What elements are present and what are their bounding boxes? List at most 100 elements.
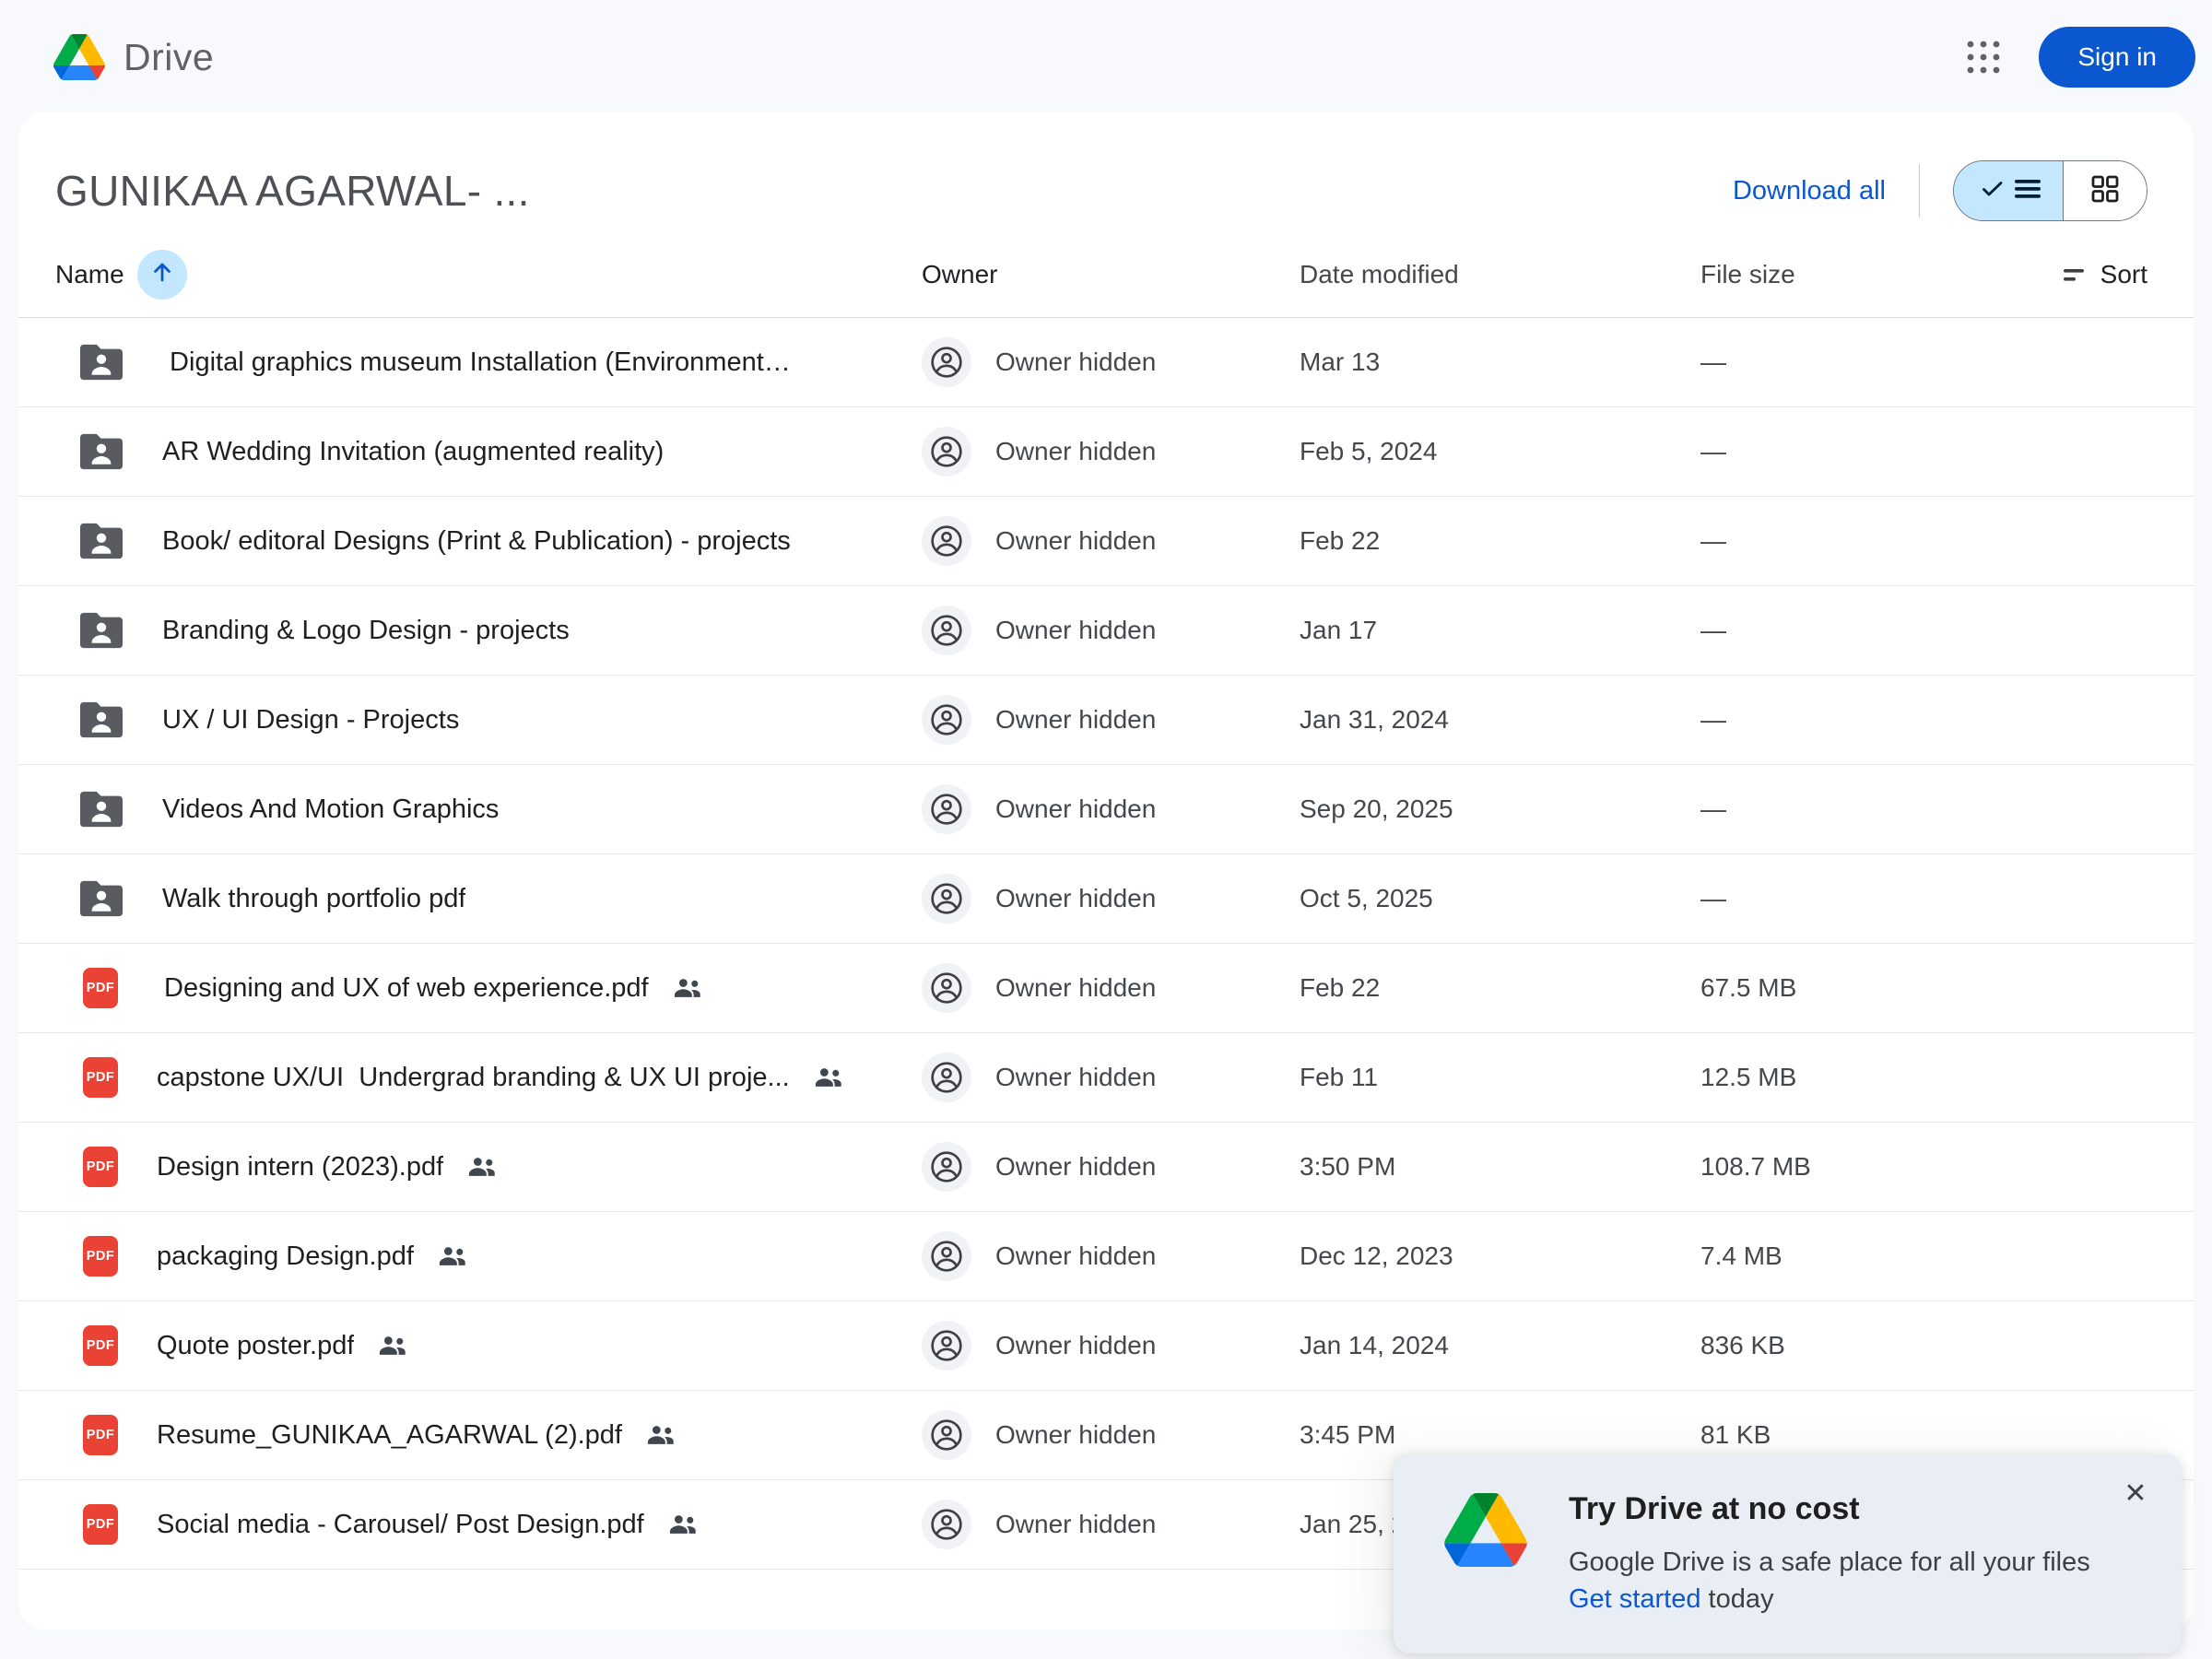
sort-ascending-chip bbox=[137, 250, 187, 300]
size-cell: — bbox=[1700, 794, 2032, 824]
row-date: Sep 20, 2025 bbox=[1300, 794, 1453, 824]
drive-logo-icon bbox=[53, 34, 105, 80]
file-name: Branding & Logo Design - projects bbox=[162, 616, 570, 646]
table-row[interactable]: PDF capstone UX/UI Undergrad branding & … bbox=[18, 1033, 2194, 1123]
date-cell: Sep 20, 2025 bbox=[1300, 794, 1700, 824]
row-date: Mar 13 bbox=[1300, 347, 1380, 377]
toast-body: Google Drive is a safe place for all you… bbox=[1569, 1544, 2090, 1618]
row-size: 81 KB bbox=[1700, 1420, 1771, 1450]
shared-folder-icon bbox=[79, 791, 124, 828]
shared-folder-icon bbox=[79, 523, 124, 559]
file-name: Designing and UX of web experience.pdf bbox=[157, 973, 649, 1004]
drive-logo-link[interactable]: Drive bbox=[53, 34, 214, 80]
pdf-icon: PDF bbox=[83, 1057, 118, 1098]
name-cell: Book/ editoral Designs (Print & Publicat… bbox=[55, 523, 922, 559]
size-cell: 67.5 MB bbox=[1700, 973, 2032, 1003]
shared-people-icon bbox=[438, 1245, 469, 1267]
sort-button[interactable]: Sort bbox=[2032, 260, 2147, 289]
sign-in-button[interactable]: Sign in bbox=[2039, 27, 2195, 88]
table-row[interactable]: PDF Quote poster.pdf Owner hidden bbox=[18, 1301, 2194, 1391]
file-name: UX / UI Design - Projects bbox=[162, 705, 459, 735]
close-icon[interactable]: ✕ bbox=[2115, 1473, 2156, 1513]
table-row[interactable]: PDF Design intern (2023).pdf Owner hi bbox=[18, 1123, 2194, 1212]
owner-cell: Owner hidden bbox=[922, 695, 1300, 745]
owner-column-label: Owner bbox=[922, 260, 997, 289]
date-cell: 3:45 PM bbox=[1300, 1420, 1700, 1450]
date-cell: 3:50 PM bbox=[1300, 1152, 1700, 1182]
name-cell: PDF Designing and UX of web experience.p… bbox=[55, 968, 922, 1008]
shared-folder-icon bbox=[79, 344, 124, 381]
toast-title: Try Drive at no cost bbox=[1569, 1491, 2090, 1527]
size-cell: — bbox=[1700, 347, 2032, 377]
table-row[interactable]: Digital graphics museum Installation (En… bbox=[18, 318, 2194, 407]
name-cell: PDF Social media - Carousel/ Post Design… bbox=[55, 1504, 922, 1545]
table-row[interactable]: UX / UI Design - Projects Owner hidden J… bbox=[18, 676, 2194, 765]
table-row[interactable]: PDF Designing and UX of web experience.p… bbox=[18, 944, 2194, 1033]
file-name: Book/ editoral Designs (Print & Publicat… bbox=[162, 526, 791, 557]
owner-label: Owner hidden bbox=[995, 1152, 1156, 1182]
owner-avatar-icon bbox=[922, 963, 971, 1013]
date-cell: Jan 31, 2024 bbox=[1300, 705, 1700, 735]
owner-avatar-icon bbox=[922, 1142, 971, 1192]
owner-avatar-icon bbox=[922, 784, 971, 834]
owner-avatar-icon bbox=[922, 516, 971, 566]
name-cell: PDF Quote poster.pdf bbox=[55, 1325, 922, 1366]
row-size: — bbox=[1700, 616, 1726, 645]
table-row[interactable]: Book/ editoral Designs (Print & Publicat… bbox=[18, 497, 2194, 586]
owner-cell: Owner hidden bbox=[922, 1053, 1300, 1102]
owner-label: Owner hidden bbox=[995, 1510, 1156, 1539]
table-row[interactable]: Videos And Motion Graphics Owner hidden … bbox=[18, 765, 2194, 854]
file-name: AR Wedding Invitation (augmented reality… bbox=[162, 437, 664, 467]
name-cell: AR Wedding Invitation (augmented reality… bbox=[55, 433, 922, 470]
download-all-link[interactable]: Download all bbox=[1733, 176, 1886, 206]
file-name: capstone UX/UI Undergrad branding & UX U… bbox=[157, 1063, 790, 1093]
date-cell: Feb 5, 2024 bbox=[1300, 437, 1700, 466]
grid-view-icon bbox=[2091, 175, 2119, 207]
row-date: Feb 22 bbox=[1300, 526, 1380, 556]
row-date: Jan 14, 2024 bbox=[1300, 1331, 1449, 1360]
owner-cell: Owner hidden bbox=[922, 337, 1300, 387]
date-cell: Feb 22 bbox=[1300, 973, 1700, 1003]
name-cell: PDF Resume_GUNIKAA_AGARWAL (2).pdf bbox=[55, 1415, 922, 1455]
table-row[interactable]: Walk through portfolio pdf Owner hidden … bbox=[18, 854, 2194, 944]
name-cell: PDF capstone UX/UI Undergrad branding & … bbox=[55, 1057, 922, 1098]
pdf-icon: PDF bbox=[83, 1325, 118, 1366]
size-cell: — bbox=[1700, 616, 2032, 645]
row-date: Oct 5, 2025 bbox=[1300, 884, 1433, 913]
file-name: packaging Design.pdf bbox=[157, 1241, 414, 1272]
table-row[interactable]: PDF packaging Design.pdf Owner hidden bbox=[18, 1212, 2194, 1301]
shared-folder-icon bbox=[79, 612, 124, 649]
name-column-sort-button[interactable]: Name bbox=[55, 250, 187, 300]
row-size: — bbox=[1700, 705, 1726, 735]
name-column-label: Name bbox=[55, 260, 124, 289]
date-cell: Feb 11 bbox=[1300, 1063, 1700, 1092]
owner-label: Owner hidden bbox=[995, 705, 1156, 735]
file-name: Videos And Motion Graphics bbox=[162, 794, 499, 825]
page-title: GUNIKAA AGARWAL- ... bbox=[55, 166, 530, 216]
list-view-toggle[interactable] bbox=[1954, 161, 2064, 220]
pdf-icon: PDF bbox=[83, 1147, 118, 1187]
shared-folder-icon bbox=[79, 880, 124, 917]
table-row[interactable]: AR Wedding Invitation (augmented reality… bbox=[18, 407, 2194, 497]
grid-view-toggle[interactable] bbox=[2064, 161, 2147, 220]
google-apps-grid-icon[interactable] bbox=[1954, 28, 2013, 87]
check-icon bbox=[1982, 180, 2004, 203]
sort-lines-icon bbox=[2064, 260, 2086, 289]
name-cell: PDF packaging Design.pdf bbox=[55, 1236, 922, 1277]
shared-people-icon bbox=[673, 977, 704, 999]
owner-avatar-icon bbox=[922, 337, 971, 387]
owner-label: Owner hidden bbox=[995, 526, 1156, 556]
table-row[interactable]: Branding & Logo Design - projects Owner … bbox=[18, 586, 2194, 676]
owner-cell: Owner hidden bbox=[922, 516, 1300, 566]
size-cell: — bbox=[1700, 705, 2032, 735]
row-date: Jan 17 bbox=[1300, 616, 1377, 645]
owner-cell: Owner hidden bbox=[922, 1142, 1300, 1192]
toolbar-divider bbox=[1919, 164, 1920, 218]
file-name: Quote poster.pdf bbox=[157, 1331, 354, 1361]
shared-folder-icon bbox=[79, 433, 124, 470]
list-view-icon bbox=[2015, 179, 2041, 204]
owner-avatar-icon bbox=[922, 1231, 971, 1281]
get-started-link[interactable]: Get started bbox=[1569, 1584, 1700, 1614]
owner-label: Owner hidden bbox=[995, 1063, 1156, 1092]
row-size: — bbox=[1700, 794, 1726, 824]
